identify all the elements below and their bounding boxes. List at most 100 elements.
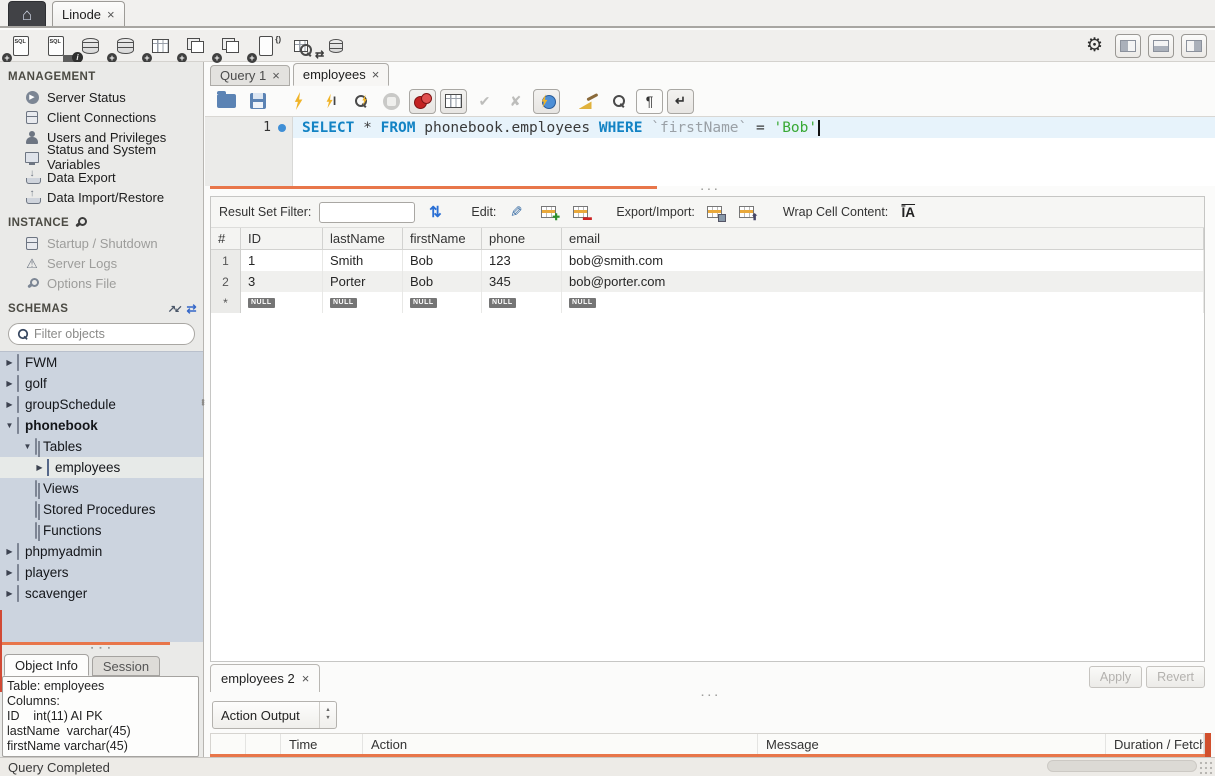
explain-button[interactable] <box>347 89 374 114</box>
column-header-ID[interactable]: ID <box>241 228 323 249</box>
new-row-placeholder[interactable]: *NULLNULLNULLNULLNULL <box>211 292 1204 313</box>
close-icon[interactable]: × <box>272 68 280 83</box>
tree-item-scavenger[interactable]: ▶scavenger <box>0 583 203 604</box>
sidebar-splitter[interactable]: ▪ ▪ ▪ <box>0 645 203 652</box>
home-tab[interactable]: ⌂ <box>8 1 46 26</box>
spinner-icon[interactable]: ▲▼ <box>319 702 336 728</box>
export-results-button[interactable] <box>703 201 727 223</box>
sql-editor[interactable]: 1 SELECT * FROM phonebook.employees WHER… <box>205 116 1215 186</box>
sidebar-item-options-file[interactable]: Options File <box>0 273 203 293</box>
open-sql-script-button[interactable]: SQL <box>42 33 69 59</box>
preferences-gear-button[interactable]: ⚙ <box>1081 33 1108 59</box>
horizontal-scrollbar-thumb[interactable] <box>1047 760 1197 772</box>
delete-row-button[interactable]: ▬ <box>568 201 592 223</box>
table-row[interactable]: 11SmithBob123bob@smith.com <box>211 250 1204 271</box>
commit-button[interactable]: ✔ <box>471 89 498 114</box>
close-icon[interactable]: × <box>302 671 310 686</box>
tree-item-functions[interactable]: Functions <box>0 520 203 541</box>
execute-current-statement-button[interactable]: I <box>316 89 343 114</box>
sidebar-item-client-connections[interactable]: Client Connections <box>0 107 203 127</box>
refresh-schemas-icon[interactable]: ⇄ <box>187 302 197 316</box>
toggle-right-sidebar-button[interactable] <box>1181 34 1207 58</box>
create-function-button[interactable]: {)+ <box>252 33 279 59</box>
column-header-phone[interactable]: phone <box>482 228 562 249</box>
schema-filter-input[interactable] <box>34 327 174 341</box>
save-script-button[interactable] <box>244 89 271 114</box>
create-procedure-button[interactable]: + <box>217 33 244 59</box>
action-output-scrollbar[interactable] <box>1205 733 1211 757</box>
sidebar-item-status-and-system-variables[interactable]: Status and System Variables <box>0 147 203 167</box>
import-records-button[interactable]: ⬆ <box>735 201 759 223</box>
sidebar-item-server-status[interactable]: ▶Server Status <box>0 87 203 107</box>
chevron-right-icon[interactable]: ▶ <box>4 379 15 388</box>
schema-inspector-button[interactable]: i <box>77 33 104 59</box>
resize-grip[interactable] <box>1199 761 1213 774</box>
find-button[interactable] <box>605 89 632 114</box>
stop-query-button[interactable] <box>378 89 405 114</box>
create-view-button[interactable]: + <box>182 33 209 59</box>
column-header-email[interactable]: email <box>562 228 1204 249</box>
toggle-bottom-panel-button[interactable] <box>1148 34 1174 58</box>
chevron-right-icon[interactable]: ▶ <box>4 589 15 598</box>
chevron-right-icon[interactable]: ▶ <box>4 547 15 556</box>
toggle-invisible-chars-button[interactable]: ¶ <box>636 89 663 114</box>
chevron-down-icon[interactable]: ▼ <box>22 442 33 451</box>
create-table-button[interactable]: + <box>147 33 174 59</box>
tree-item-views[interactable]: Views <box>0 478 203 499</box>
tab-employees-2[interactable]: employees 2 × <box>210 664 320 692</box>
table-row[interactable]: 23PorterBob345bob@porter.com <box>211 271 1204 292</box>
search-table-data-button[interactable] <box>287 33 314 59</box>
close-icon[interactable]: × <box>372 67 380 82</box>
tab-session[interactable]: Session <box>92 656 160 676</box>
edit-cell-button[interactable]: ✎ <box>504 201 528 223</box>
revert-button[interactable]: Revert <box>1146 666 1205 688</box>
chevron-right-icon[interactable]: ▶ <box>4 358 15 367</box>
chevron-right-icon[interactable]: ▶ <box>4 568 15 577</box>
refresh-results-button[interactable]: ⇅ <box>423 201 447 223</box>
beautify-script-button[interactable] <box>574 89 601 114</box>
tab-employees[interactable]: employees × <box>293 63 389 86</box>
output-column-duration-fetch[interactable]: Duration / Fetch <box>1106 734 1204 754</box>
output-column-time[interactable]: Time <box>281 734 363 754</box>
sidebar-item-data-import-restore[interactable]: ↑Data Import/Restore <box>0 187 203 207</box>
add-row-button[interactable]: ✚ <box>536 201 560 223</box>
rollback-button[interactable]: ✘ <box>502 89 529 114</box>
toggle-result-grid-button[interactable] <box>440 89 467 114</box>
tree-item-players[interactable]: ▶players <box>0 562 203 583</box>
tree-item-employees[interactable]: ▶employees <box>0 457 203 478</box>
execute-button[interactable] <box>285 89 312 114</box>
column-header-firstName[interactable]: firstName <box>403 228 482 249</box>
column-header-#[interactable]: # <box>211 228 241 249</box>
tree-item-golf[interactable]: ▶golf <box>0 373 203 394</box>
create-schema-button[interactable]: + <box>112 33 139 59</box>
tree-item-phonebook[interactable]: ▼phonebook <box>0 415 203 436</box>
editor-code-area[interactable]: SELECT * FROM phonebook.employees WHERE … <box>293 117 1215 186</box>
sidebar-item-startup-shutdown[interactable]: Startup / Shutdown <box>0 233 203 253</box>
sidebar-item-server-logs[interactable]: ⚠Server Logs <box>0 253 203 273</box>
connection-tab[interactable]: Linode × <box>52 1 125 26</box>
output-column-message[interactable]: Message <box>758 734 1106 754</box>
open-file-button[interactable] <box>213 89 240 114</box>
tree-item-groupschedule[interactable]: ▶groupSchedule <box>0 394 203 415</box>
toggle-stop-on-error-button[interactable] <box>409 89 436 114</box>
new-sql-tab-button[interactable]: SQL+ <box>7 33 34 59</box>
toggle-word-wrap-button[interactable]: ↵ <box>667 89 694 114</box>
output-column-action[interactable]: Action <box>363 734 758 754</box>
chevron-right-icon[interactable]: ▶ <box>34 463 45 472</box>
chevron-right-icon[interactable]: ▶ <box>4 400 15 409</box>
tree-item-fwm[interactable]: ▶FWM <box>0 352 203 373</box>
output-column-blank-0[interactable] <box>211 734 246 754</box>
result-filter-input[interactable] <box>319 202 415 223</box>
output-column-blank-1[interactable] <box>246 734 281 754</box>
toggle-left-sidebar-button[interactable] <box>1115 34 1141 58</box>
tree-item-phpmyadmin[interactable]: ▶phpmyadmin <box>0 541 203 562</box>
wrap-cell-content-button[interactable]: ĪA <box>896 201 920 223</box>
column-header-lastName[interactable]: lastName <box>323 228 403 249</box>
tab-query-1[interactable]: Query 1 × <box>210 65 290 86</box>
tab-object-info[interactable]: Object Info <box>4 654 89 676</box>
tree-item-tables[interactable]: ▼Tables <box>0 436 203 457</box>
chevron-down-icon[interactable]: ▼ <box>4 421 15 430</box>
toggle-autocommit-button[interactable] <box>533 89 560 114</box>
editor-result-splitter[interactable]: ▪ ▪ ▪ <box>205 186 1215 196</box>
expand-schemas-panel-icon[interactable]: ↗↙ <box>168 304 181 315</box>
